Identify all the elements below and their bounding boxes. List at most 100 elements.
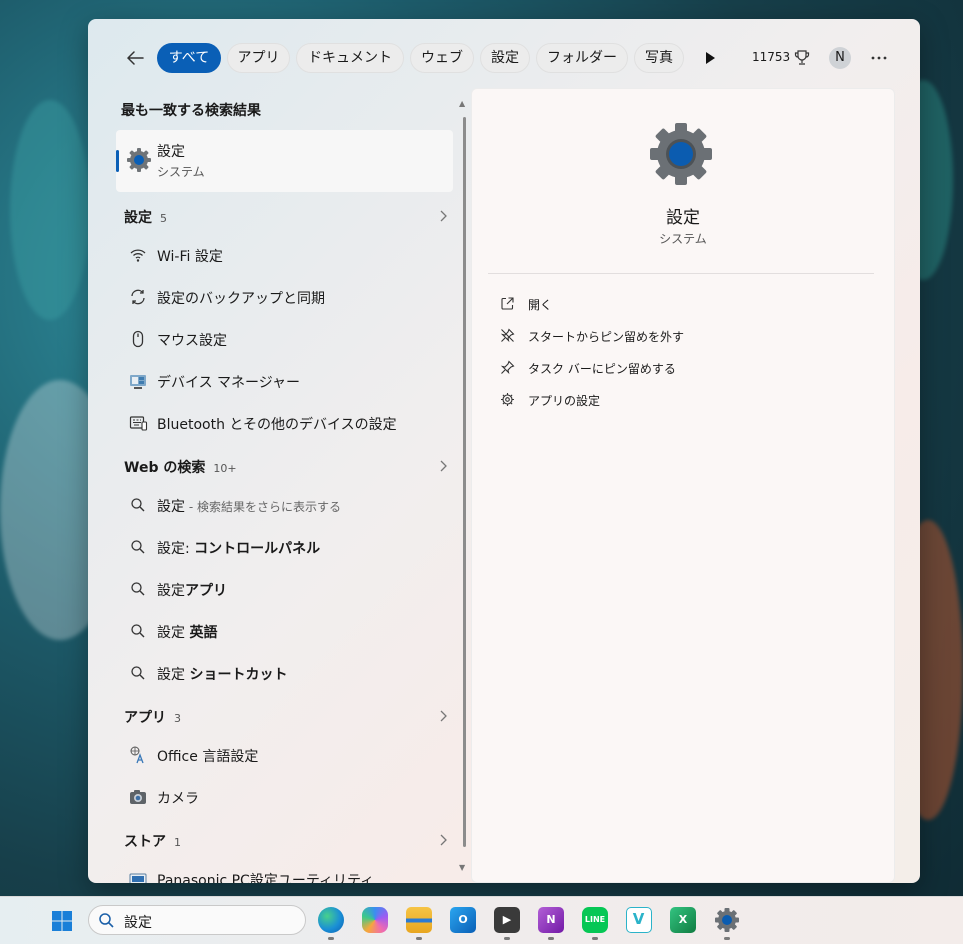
chevron-right-icon: [440, 710, 447, 722]
group-header-settings[interactable]: 設定 5: [124, 205, 452, 229]
action-unpin-start[interactable]: スタートからピン留めを外す: [500, 324, 860, 348]
group-header-store[interactable]: ストア 1: [124, 829, 452, 853]
device-manager-icon: [130, 375, 146, 389]
item-label: Bluetooth とその他のデバイスの設定: [157, 417, 397, 433]
sync-icon: [131, 289, 145, 305]
web-item[interactable]: 設定: コントロールパネル: [116, 528, 456, 566]
settings-item-wifi[interactable]: Wi-Fi 設定: [116, 236, 456, 274]
v-app-icon: V: [632, 910, 645, 928]
best-match-item[interactable]: 設定 システム: [116, 130, 453, 192]
search-icon: [99, 913, 114, 928]
bluetooth-devices-icon: [129, 416, 148, 431]
web-item[interactable]: 設定 - 検索結果をさらに表示する: [116, 486, 456, 524]
taskbar-app-onenote[interactable]: N: [538, 907, 564, 933]
copilot-icon: [362, 907, 388, 933]
item-label: 設定アプリ: [157, 583, 227, 599]
back-arrow-icon[interactable]: [124, 47, 146, 69]
web-item[interactable]: 設定アプリ: [116, 570, 456, 608]
settings-item-bluetooth[interactable]: Bluetooth とその他のデバイスの設定: [116, 404, 456, 442]
more-filters-arrow-icon[interactable]: [702, 50, 718, 66]
chip-all[interactable]: すべて: [157, 43, 221, 73]
taskbar-search-text: 設定: [124, 915, 152, 931]
taskbar: 設定 O ▶ N LINE V X: [0, 896, 963, 944]
avatar[interactable]: N: [829, 47, 851, 69]
settings-item-mouse[interactable]: マウス設定: [116, 320, 456, 358]
chevron-right-icon: [440, 834, 447, 846]
windows-start-icon[interactable]: [51, 910, 73, 932]
wifi-icon: [130, 249, 146, 262]
best-match-title: 設定: [157, 144, 185, 160]
action-label: 開く: [528, 298, 553, 312]
best-match-subtitle: システム: [157, 165, 205, 179]
camera-icon: [130, 790, 146, 804]
taskbar-app-v[interactable]: V: [626, 907, 652, 933]
rewards-points[interactable]: 11753: [752, 50, 790, 64]
pin-icon: [500, 360, 515, 375]
running-indicator: [592, 937, 598, 940]
action-label: タスク バーにピン留めする: [528, 362, 676, 376]
app-item-camera[interactable]: カメラ: [116, 778, 456, 816]
taskbar-app-edge[interactable]: [318, 907, 344, 933]
taskbar-app-media[interactable]: ▶: [494, 907, 520, 933]
search-icon: [131, 624, 145, 638]
search-icon: [131, 540, 145, 554]
results-scrollbar[interactable]: ▲ ▼: [459, 99, 469, 879]
group-name: ストア 1: [124, 834, 181, 850]
chip-settings[interactable]: 設定: [480, 43, 530, 73]
chip-web[interactable]: ウェブ: [410, 43, 474, 73]
trophy-icon[interactable]: [794, 49, 810, 67]
action-label: スタートからピン留めを外す: [528, 330, 685, 344]
more-options-icon[interactable]: [868, 47, 890, 69]
best-match-heading: 最も一致する検索結果: [121, 103, 261, 119]
action-open[interactable]: 開く: [500, 292, 860, 316]
scroll-down-arrow-icon[interactable]: ▼: [459, 863, 465, 872]
search-icon: [131, 498, 145, 512]
settings-gear-icon: [650, 123, 712, 185]
group-header-apps[interactable]: アプリ 3: [124, 705, 452, 729]
action-app-settings[interactable]: アプリの設定: [500, 388, 860, 412]
item-label: 設定 ショートカット: [157, 667, 288, 683]
scroll-thumb[interactable]: [463, 117, 466, 847]
wallpaper-water-left: [10, 100, 90, 320]
app-item-office-language[interactable]: Office 言語設定: [116, 736, 456, 774]
item-label: カメラ: [157, 791, 199, 807]
selection-indicator: [116, 150, 119, 172]
item-label: 設定: コントロールパネル: [157, 541, 321, 557]
divider: [488, 273, 874, 274]
chip-apps[interactable]: アプリ: [227, 43, 290, 73]
web-item[interactable]: 設定 ショートカット: [116, 654, 456, 692]
open-external-icon: [501, 297, 514, 310]
chevron-right-icon: [440, 460, 447, 472]
item-label: 設定のバックアップと同期: [157, 291, 325, 307]
action-pin-taskbar[interactable]: タスク バーにピン留めする: [500, 356, 860, 380]
office-language-icon: [130, 746, 144, 764]
gear-icon: [501, 393, 514, 406]
mouse-icon: [132, 330, 144, 348]
group-header-web[interactable]: Web の検索 10+: [124, 455, 452, 479]
taskbar-app-explorer[interactable]: [406, 907, 432, 933]
group-name: 設定 5: [124, 210, 167, 226]
web-item[interactable]: 設定 英語: [116, 612, 456, 650]
item-label: 設定 英語: [157, 625, 218, 641]
taskbar-app-line[interactable]: LINE: [582, 907, 608, 933]
scroll-up-arrow-icon[interactable]: ▲: [459, 99, 465, 108]
chip-documents[interactable]: ドキュメント: [296, 43, 404, 73]
edge-icon: [318, 907, 344, 933]
preview-pane: 設定 システム 開く スタートからピン留めを外す タスク バーにピン留めする ア…: [471, 88, 895, 883]
excel-icon: X: [678, 913, 688, 926]
taskbar-app-copilot[interactable]: [362, 907, 388, 933]
media-player-icon: ▶: [502, 913, 512, 926]
chip-photos[interactable]: 写真: [634, 43, 684, 73]
taskbar-app-excel[interactable]: X: [670, 907, 696, 933]
line-icon: LINE: [584, 915, 606, 924]
chip-folders[interactable]: フォルダー: [536, 43, 628, 73]
store-item-panasonic[interactable]: Panasonic PC設定ユーティリティ: [116, 860, 456, 883]
settings-item-device-manager[interactable]: デバイス マネージャー: [116, 362, 456, 400]
taskbar-app-outlook[interactable]: O: [450, 907, 476, 933]
taskbar-app-settings[interactable]: [714, 907, 740, 933]
preview-subtitle: システム: [659, 232, 707, 246]
item-label: 設定 - 検索結果をさらに表示する: [157, 499, 341, 515]
search-panel: すべて アプリ ドキュメント ウェブ 設定 フォルダー 写真 11753 N 最…: [88, 19, 920, 883]
taskbar-search-box[interactable]: 設定: [88, 905, 306, 935]
settings-item-backup-sync[interactable]: 設定のバックアップと同期: [116, 278, 456, 316]
